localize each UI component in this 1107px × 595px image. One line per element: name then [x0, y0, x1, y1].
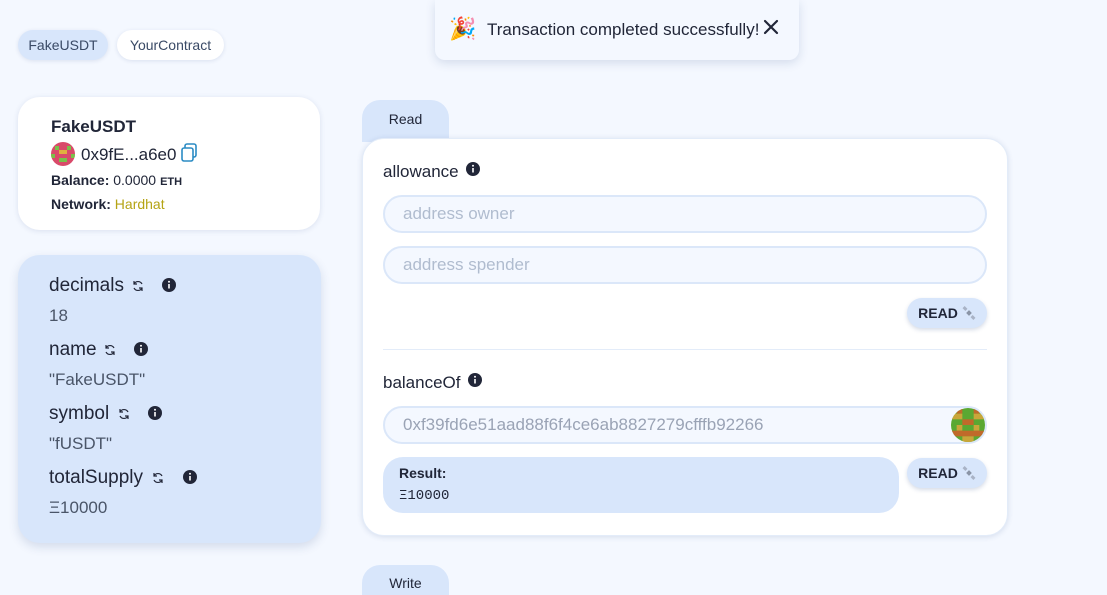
- close-icon[interactable]: [762, 18, 780, 36]
- balance-label: Balance:: [51, 172, 110, 188]
- refresh-icon[interactable]: [103, 343, 117, 357]
- var-value-totalsupply: Ξ10000: [49, 498, 108, 517]
- balanceof-address-input[interactable]: [383, 406, 987, 444]
- balance-row: Balance: 0.0000 ETH: [51, 172, 182, 188]
- contract-info-card: FakeUSDT 0x9fE...a6e0 Balance: 0.0000 ETH…: [18, 97, 320, 230]
- var-value-symbol: "fUSDT": [49, 434, 113, 453]
- tab-yourcontract[interactable]: YourContract: [117, 30, 224, 60]
- address-avatar: [51, 142, 75, 166]
- balance-value: 0.0000: [113, 172, 157, 188]
- allowance-read-button[interactable]: READ: [907, 298, 987, 328]
- address-blockie: [951, 408, 985, 442]
- refresh-icon[interactable]: [151, 471, 165, 485]
- success-toast: 🎉 Transaction completed successfully!: [435, 0, 799, 60]
- result-value: Ξ10000: [399, 488, 450, 504]
- toast-message: Transaction completed successfully!: [487, 20, 760, 39]
- read-button-label: READ: [918, 465, 958, 481]
- copy-icon[interactable]: [180, 143, 198, 163]
- var-name-name: name: [49, 339, 97, 360]
- result-label: Result:: [399, 465, 447, 481]
- contract-address: 0x9fE...a6e0: [81, 145, 177, 164]
- var-name-symbol: symbol: [49, 403, 110, 424]
- refresh-icon[interactable]: [131, 279, 145, 293]
- contract-name: FakeUSDT: [51, 117, 137, 136]
- info-icon[interactable]: [183, 470, 197, 484]
- spender-address-input[interactable]: [383, 246, 987, 284]
- var-name-decimals: decimals: [49, 275, 124, 296]
- contract-variables-card: decimals 18 name "FakeUSDT" symbol "fUSD…: [18, 255, 321, 543]
- tab-write[interactable]: Write: [362, 565, 449, 595]
- divider: [383, 349, 987, 350]
- info-icon[interactable]: [466, 162, 480, 176]
- owner-address-input[interactable]: [383, 195, 987, 233]
- balanceof-read-button[interactable]: READ: [907, 458, 987, 488]
- tab-fakeusdt[interactable]: FakeUSDT: [18, 30, 108, 60]
- var-name-totalsupply: totalSupply: [49, 467, 144, 488]
- balance-unit: ETH: [160, 176, 183, 188]
- info-icon[interactable]: [134, 342, 148, 356]
- read-functions-panel: allowance READ balanceOf Result: Ξ10000 …: [362, 138, 1008, 536]
- satellite-icon: [962, 306, 976, 320]
- var-value-decimals: 18: [49, 306, 68, 325]
- function-name-balanceof: balanceOf: [383, 373, 461, 392]
- refresh-icon[interactable]: [117, 407, 131, 421]
- network-value: Hardhat: [114, 196, 165, 212]
- tab-read[interactable]: Read: [362, 100, 449, 142]
- satellite-icon: [962, 466, 976, 480]
- function-name-allowance: allowance: [383, 162, 459, 181]
- info-icon[interactable]: [162, 278, 176, 292]
- result-box: Result: Ξ10000: [383, 457, 899, 513]
- info-icon[interactable]: [148, 406, 162, 420]
- var-value-name: "FakeUSDT": [49, 370, 146, 389]
- info-icon[interactable]: [468, 373, 482, 387]
- network-label: Network:: [51, 196, 111, 212]
- party-popper-icon: 🎉: [449, 16, 477, 41]
- read-button-label: READ: [918, 305, 958, 321]
- network-row: Network: Hardhat: [51, 196, 165, 212]
